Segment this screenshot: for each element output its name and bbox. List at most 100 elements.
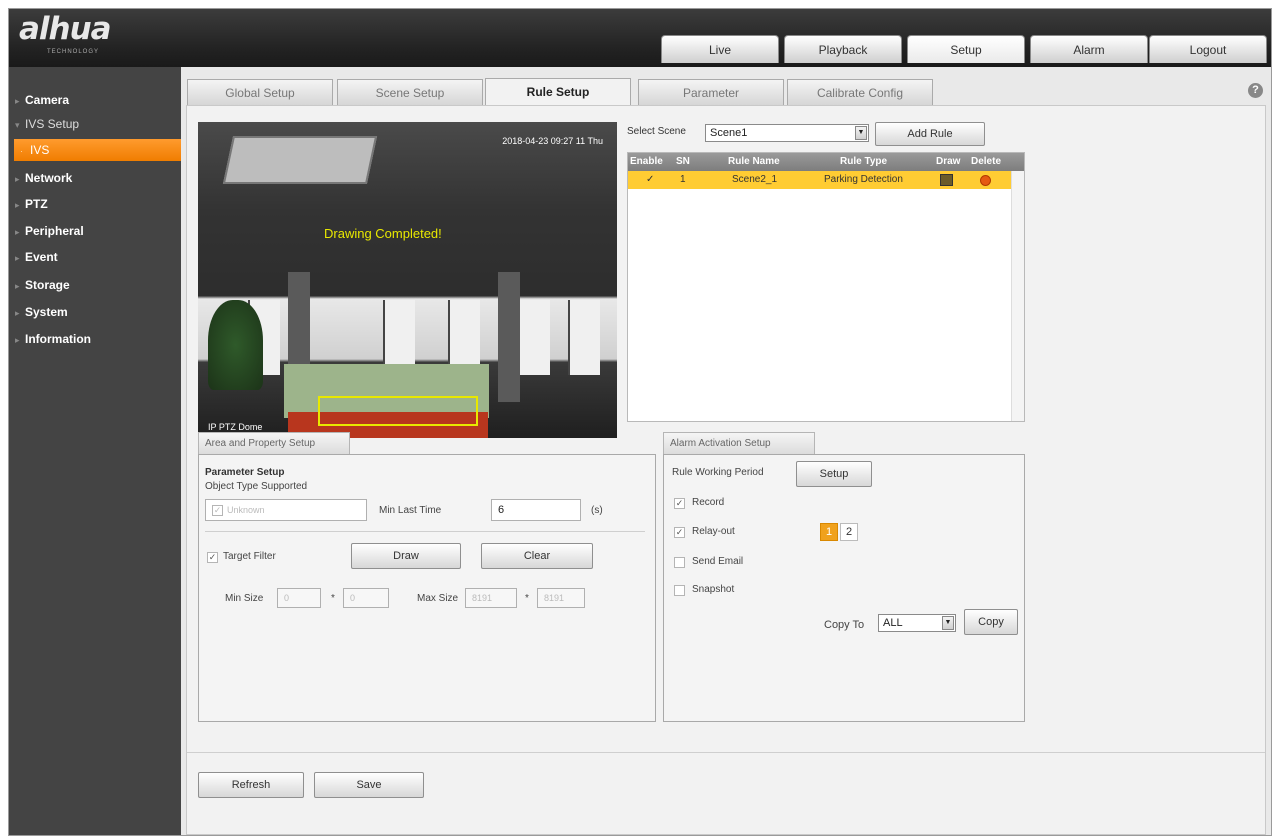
rule-enable-checkbox[interactable]: ✓ — [646, 171, 654, 189]
add-rule-button[interactable]: Add Rule — [875, 122, 985, 146]
plant-image — [208, 300, 263, 390]
snapshot-checkbox[interactable] — [674, 585, 685, 596]
sidebar-item-ivs[interactable]: · IVS — [14, 139, 181, 161]
max-size-width-input[interactable]: 8191 — [465, 588, 517, 608]
object-type-label: Object Type Supported — [205, 481, 308, 492]
brand-logo-sub: TECHNOLOGY — [47, 49, 100, 55]
bullet-icon: ▸ — [15, 335, 20, 345]
bullet-icon: ▸ — [15, 281, 20, 291]
video-overlay-message: Drawing Completed! — [324, 226, 442, 241]
video-preview[interactable]: 2018-04-23 09:27 11 Thu Drawing Complete… — [198, 122, 617, 438]
nav-tab-playback[interactable]: Playback — [784, 35, 902, 63]
rule-area-rectangle[interactable] — [318, 396, 478, 426]
dropdown-arrow-icon[interactable]: ▼ — [855, 126, 867, 140]
col-header-rule-type: Rule Type — [840, 156, 888, 167]
parameter-setup-title: Parameter Setup — [205, 467, 285, 478]
sidebar-item-peripheral[interactable]: ▸ Peripheral — [9, 218, 181, 244]
col-header-rule-name: Rule Name — [728, 156, 780, 167]
draw-button[interactable]: Draw — [351, 543, 461, 569]
alarm-activation-section: Rule Working Period Setup ✓ Record ✓ Rel… — [663, 454, 1025, 722]
save-button[interactable]: Save — [314, 772, 424, 798]
col-header-sn: SN — [676, 156, 690, 167]
rule-table-header: Enable SN Rule Name Rule Type Draw Delet… — [628, 153, 1024, 171]
bullet-icon: ▾ — [15, 120, 20, 130]
send-email-checkbox[interactable] — [674, 557, 685, 568]
window-image — [518, 300, 550, 375]
nav-tab-setup[interactable]: Setup — [907, 35, 1025, 63]
working-period-setup-button[interactable]: Setup — [796, 461, 872, 487]
tab-parameter[interactable]: Parameter — [638, 79, 784, 105]
delete-icon[interactable] — [980, 175, 991, 186]
copy-button[interactable]: Copy — [964, 609, 1018, 635]
sidebar-item-information[interactable]: ▸ Information — [9, 326, 181, 352]
bullet-icon: · — [20, 146, 23, 156]
target-filter-checkbox[interactable]: ✓ — [207, 552, 218, 563]
brand-logo: alhua — [19, 11, 112, 47]
object-type-checkbox: ✓ — [212, 505, 223, 517]
sidebar-item-network[interactable]: ▸ Network — [9, 165, 181, 191]
nav-tab-live[interactable]: Live — [661, 35, 779, 63]
sidebar-item-label: IVS Setup — [25, 117, 80, 131]
video-channel-name: IP PTZ Dome — [208, 422, 263, 432]
min-size-width-input[interactable]: 0 — [277, 588, 321, 608]
relay-out-checkbox[interactable]: ✓ — [674, 527, 685, 538]
rule-table-scrollbar[interactable] — [1011, 171, 1024, 421]
tab-global-setup[interactable]: Global Setup — [187, 79, 333, 105]
refresh-button[interactable]: Refresh — [198, 772, 304, 798]
table-row[interactable]: ✓ 1 Scene2_1 Parking Detection — [628, 171, 1012, 189]
sidebar-item-event[interactable]: ▸ Event — [9, 244, 181, 270]
relay-channel-1[interactable]: 1 — [820, 523, 838, 541]
main-content: Global Setup Scene Setup Rule Setup Para… — [181, 67, 1271, 835]
top-bar: alhua TECHNOLOGY Live Playback Setup Ala… — [9, 9, 1271, 67]
tab-scene-setup[interactable]: Scene Setup — [337, 79, 483, 105]
draw-icon[interactable] — [940, 174, 953, 186]
max-size-times: * — [525, 593, 529, 604]
scene-select[interactable]: Scene1 ▼ — [705, 124, 869, 142]
col-header-delete: Delete — [971, 156, 1002, 167]
nav-tab-logout[interactable]: Logout — [1149, 35, 1267, 63]
sidebar-item-ivs-setup[interactable]: ▾ IVS Setup — [9, 111, 181, 137]
divider — [205, 531, 645, 532]
ceiling-ac-image — [222, 136, 378, 184]
bullet-icon: ▸ — [15, 174, 20, 184]
object-type-field: ✓ Unknown — [205, 499, 367, 521]
pillar-image — [498, 272, 520, 402]
footer-divider — [187, 752, 1265, 753]
record-checkbox[interactable]: ✓ — [674, 498, 685, 509]
dropdown-arrow-icon[interactable]: ▼ — [942, 616, 954, 630]
alarm-activation-tab[interactable]: Alarm Activation Setup — [663, 432, 815, 454]
sidebar-item-label: Event — [25, 250, 58, 264]
rule-type: Parking Detection — [824, 174, 903, 185]
sidebar-item-label: PTZ — [25, 197, 48, 211]
target-filter-label: Target Filter — [223, 551, 276, 562]
video-timestamp: 2018-04-23 09:27 11 Thu — [502, 136, 603, 146]
tab-calibrate-config[interactable]: Calibrate Config — [787, 79, 933, 105]
object-type-value: Unknown — [227, 505, 265, 515]
tab-rule-setup[interactable]: Rule Setup — [485, 78, 631, 106]
sidebar-item-system[interactable]: ▸ System — [9, 299, 181, 325]
min-last-time-label: Min Last Time — [379, 505, 442, 516]
sidebar-item-label: Camera — [25, 93, 70, 107]
min-last-time-unit: (s) — [591, 505, 603, 516]
col-header-enable: Enable — [630, 156, 663, 167]
bullet-icon: ▸ — [15, 308, 20, 318]
max-size-height-input[interactable]: 8191 — [537, 588, 585, 608]
sidebar-item-ptz[interactable]: ▸ PTZ — [9, 191, 181, 217]
min-size-height-input[interactable]: 0 — [343, 588, 389, 608]
rule-name: Scene2_1 — [732, 174, 778, 185]
sidebar-item-label: Network — [25, 171, 73, 185]
relay-out-label: Relay-out — [692, 526, 735, 537]
snapshot-label: Snapshot — [692, 584, 735, 595]
min-size-times: * — [331, 593, 335, 604]
relay-channel-2[interactable]: 2 — [840, 523, 858, 541]
nav-tab-alarm[interactable]: Alarm — [1030, 35, 1148, 63]
clear-button[interactable]: Clear — [481, 543, 593, 569]
sidebar-item-storage[interactable]: ▸ Storage — [9, 272, 181, 298]
min-last-time-input[interactable]: 6 — [491, 499, 581, 521]
bullet-icon: ▸ — [15, 227, 20, 237]
sidebar-item-camera[interactable]: ▸ Camera — [9, 87, 181, 113]
area-property-tab[interactable]: Area and Property Setup — [198, 432, 350, 454]
copy-to-select[interactable]: ALL ▼ — [878, 614, 956, 632]
help-icon[interactable]: ? — [1248, 83, 1263, 98]
select-scene-label: Select Scene — [627, 126, 686, 137]
